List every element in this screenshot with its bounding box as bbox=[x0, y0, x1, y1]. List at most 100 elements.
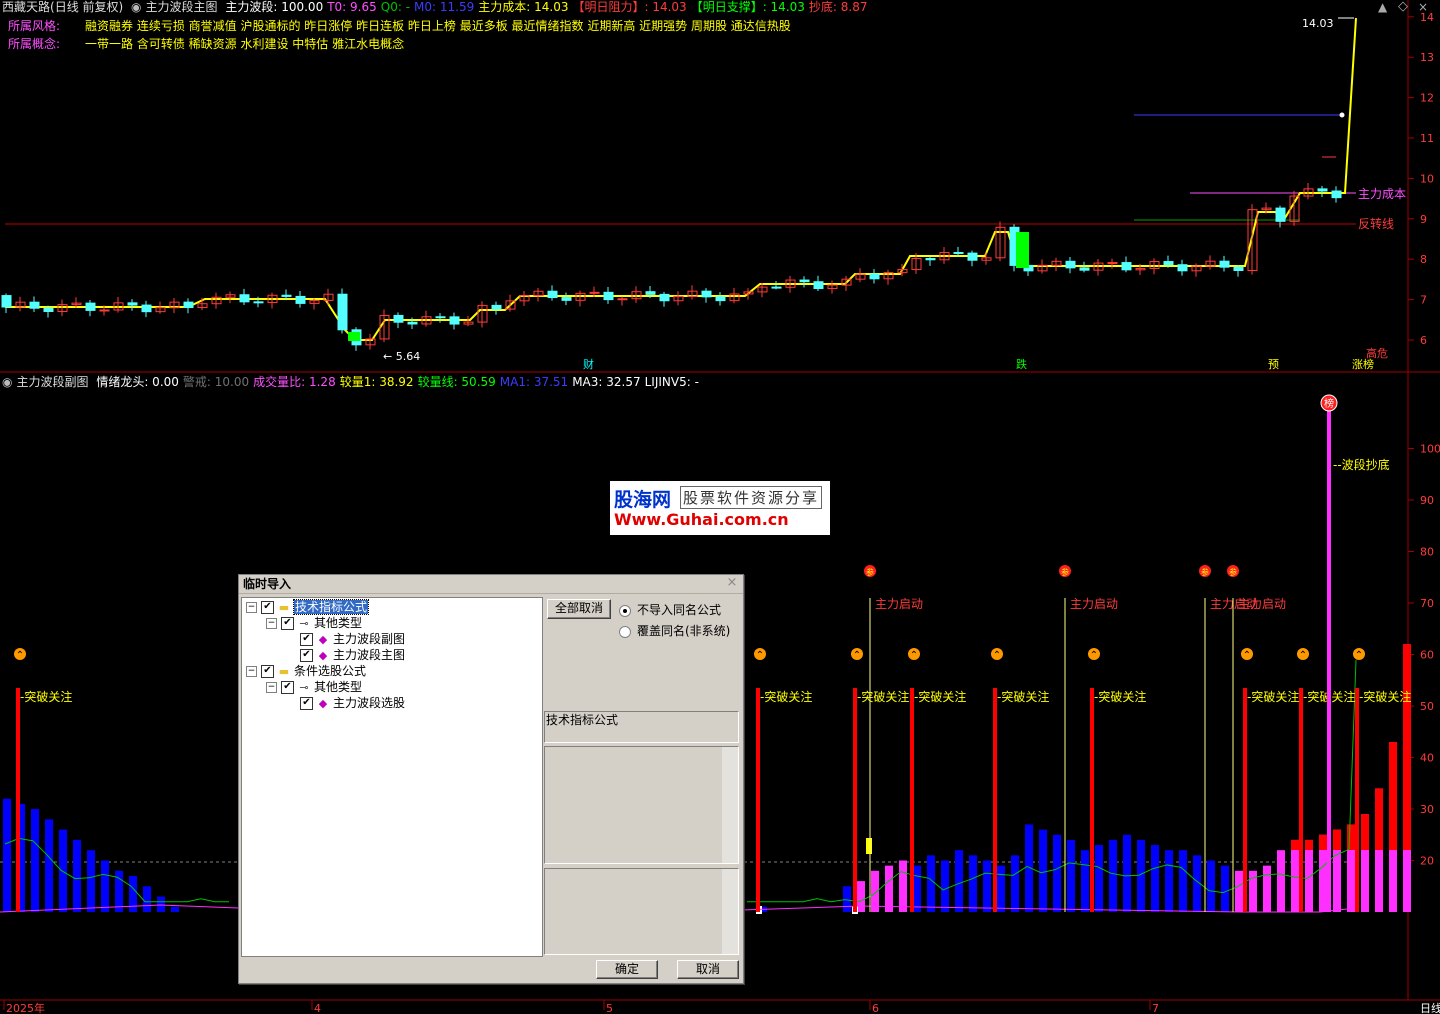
candle-body bbox=[645, 291, 656, 295]
start-label: 主力启动 bbox=[1238, 597, 1286, 611]
tree-node[interactable]: − ✔ ▬ 技术指标公式 bbox=[246, 599, 370, 615]
candle-body bbox=[617, 298, 628, 301]
ok-button[interactable]: 确定 bbox=[596, 960, 658, 979]
volume-bar bbox=[3, 798, 11, 912]
scrollbar[interactable] bbox=[722, 747, 738, 863]
radio-no-import[interactable]: 不导入同名公式 bbox=[619, 601, 721, 618]
import-dialog[interactable]: 临时导入 × − ✔ ▬ 技术指标公式 − ✔ ⊸ 其他类型 ✔ ◆ 主力波段副图 ✔ ◆ 主力波段主图 −… bbox=[238, 574, 744, 984]
main-indicator-item: T0: 9.65 bbox=[327, 0, 377, 14]
radio-dot[interactable] bbox=[619, 625, 631, 638]
scrollbar[interactable] bbox=[722, 869, 738, 954]
main-indicator-item: Q0: - bbox=[380, 0, 411, 14]
tree-node[interactable]: ✔ ◆ 主力波段选股 bbox=[286, 695, 405, 711]
formula-tree[interactable]: − ✔ ▬ 技术指标公式 − ✔ ⊸ 其他类型 ✔ ◆ 主力波段副图 ✔ ◆ 主力波段主图 − ✔ ▬ 条件选股公… bbox=[241, 597, 543, 957]
volume-bar-top bbox=[1305, 839, 1313, 850]
volume-bar-top bbox=[1291, 839, 1299, 850]
breakout-label: -突破关注 bbox=[857, 689, 909, 704]
participate-badge-text: 参 bbox=[1229, 567, 1237, 577]
candle-body bbox=[239, 294, 250, 303]
volume-bar bbox=[1263, 865, 1271, 912]
tree-node[interactable]: − ✔ ▬ 条件选股公式 bbox=[246, 663, 366, 679]
expand-icon[interactable]: − bbox=[266, 618, 277, 629]
tree-node-label: 主力波段主图 bbox=[333, 648, 406, 662]
collapse-icon[interactable]: ◉ bbox=[131, 0, 141, 14]
candle-body bbox=[1079, 267, 1090, 271]
close-icon[interactable]: × bbox=[725, 576, 739, 590]
breakout-bar bbox=[853, 688, 857, 912]
candle-body bbox=[491, 304, 502, 310]
volume-bar bbox=[45, 819, 53, 912]
candle-body bbox=[1163, 261, 1174, 266]
candle-body bbox=[715, 296, 726, 302]
volume-bar bbox=[1151, 845, 1159, 912]
deselect-all-button[interactable]: 全部取消 bbox=[547, 599, 611, 619]
checkbox[interactable]: ✔ bbox=[300, 649, 313, 662]
candle-body bbox=[407, 321, 418, 325]
dialog-title[interactable]: 临时导入 bbox=[239, 575, 743, 594]
checkbox[interactable]: ✔ bbox=[281, 681, 294, 694]
formula-icon: ◆ bbox=[318, 648, 328, 662]
tree-node[interactable]: ✔ ◆ 主力波段主图 bbox=[286, 647, 405, 663]
volume-bar bbox=[969, 855, 977, 912]
collapse-icon[interactable]: ◉ bbox=[2, 375, 12, 389]
category-label: 技术指标公式 bbox=[546, 713, 619, 727]
date-label: 5 bbox=[606, 1002, 613, 1014]
candle-body bbox=[869, 273, 880, 280]
expand-icon[interactable]: − bbox=[266, 682, 277, 693]
reversal-line-label: 反转线 bbox=[1358, 216, 1394, 231]
checkbox[interactable]: ✔ bbox=[300, 633, 313, 646]
volume-bar bbox=[1053, 834, 1061, 912]
up-arrow-glyph: ⌃ bbox=[1090, 650, 1098, 661]
sub-indicator-item: 成交量比: 1.28 bbox=[253, 375, 336, 389]
arrow-up-icon[interactable]: ▲ bbox=[1378, 0, 1387, 14]
breakout-bar bbox=[1243, 688, 1247, 912]
candle-body bbox=[1016, 232, 1029, 268]
checkbox[interactable]: ✔ bbox=[261, 665, 274, 678]
close-icon[interactable]: × bbox=[1418, 0, 1428, 14]
sub-formula-name[interactable]: 主力波段副图 bbox=[16, 375, 88, 389]
up-arrow-glyph: ⌃ bbox=[853, 650, 861, 661]
volume-bar bbox=[1207, 860, 1215, 912]
candle-body bbox=[127, 302, 138, 306]
style-tags: 融资融券 连续亏损 商誉减值 沪股通标的 昨日涨停 昨日连板 昨日上榜 最近多板… bbox=[85, 19, 791, 33]
candle-body bbox=[348, 332, 360, 341]
candle-body bbox=[967, 252, 978, 261]
bottom-signal-label: --波段抄底 bbox=[1333, 457, 1390, 472]
sub-tick-label: 40 bbox=[1420, 752, 1434, 765]
sub-indicator-item: 较量线: 50.59 bbox=[417, 375, 496, 389]
candle-body bbox=[799, 279, 810, 283]
main-indicator-values: 主力波段: 100.00 T0: 9.65 Q0: - M0: 11.59 主力成本: … bbox=[225, 0, 871, 14]
tree-node[interactable]: − ✔ ⊸ 其他类型 bbox=[266, 679, 362, 695]
volume-bar bbox=[1179, 850, 1187, 912]
expand-icon[interactable]: − bbox=[246, 602, 257, 613]
cancel-button[interactable]: 取消 bbox=[677, 960, 739, 979]
price-tick-label: 8 bbox=[1420, 253, 1427, 266]
checkbox[interactable]: ✔ bbox=[300, 697, 313, 710]
expand-icon[interactable]: − bbox=[246, 666, 257, 677]
volume-bar bbox=[59, 829, 67, 912]
description-panel[interactable] bbox=[544, 746, 739, 864]
preview-panel[interactable] bbox=[544, 868, 739, 955]
checkbox[interactable]: ✔ bbox=[281, 617, 294, 630]
main-indicator-item: 抄底: 8.87 bbox=[808, 0, 868, 14]
radio-dot[interactable] bbox=[619, 604, 631, 617]
sub-tick-label: 20 bbox=[1420, 855, 1434, 868]
style-label: 所属风格: bbox=[8, 19, 61, 33]
window-control-icon[interactable]: ◇ bbox=[1398, 0, 1408, 14]
volume-bar-top bbox=[1361, 814, 1369, 850]
volume-bar bbox=[1291, 839, 1299, 912]
candle-body bbox=[281, 294, 292, 297]
main-chart-header: 西藏天路(日线 前复权) ◉ 主力波段主图 主力波段: 100.00 T0: 9.6… bbox=[2, 0, 875, 14]
volume-bar bbox=[857, 881, 865, 912]
candle-body bbox=[141, 304, 152, 313]
date-label: 2025年 bbox=[6, 1001, 45, 1014]
main-indicator-item: M0: 11.59 bbox=[414, 0, 475, 14]
radio-overwrite[interactable]: 覆盖同名(非系统) bbox=[619, 622, 730, 639]
tree-node[interactable]: ✔ ◆ 主力波段副图 bbox=[286, 631, 405, 647]
tree-node[interactable]: − ✔ ⊸ 其他类型 bbox=[266, 615, 362, 631]
volume-bar bbox=[1081, 850, 1089, 912]
candle-body bbox=[1107, 262, 1118, 265]
folder-icon: ▬ bbox=[278, 600, 290, 614]
main-formula-name[interactable]: 主力波段主图 bbox=[146, 0, 218, 14]
checkbox[interactable]: ✔ bbox=[261, 601, 274, 614]
